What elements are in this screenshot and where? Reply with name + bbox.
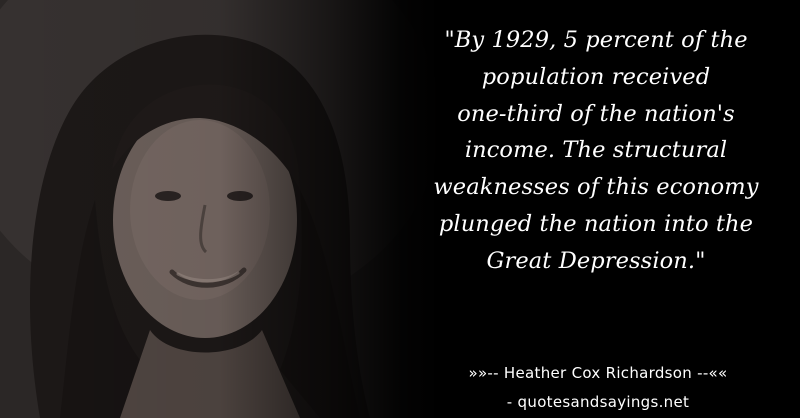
quote-card: "By 1929, 5 percent of the population re… bbox=[0, 0, 800, 418]
quote-block: "By 1929, 5 percent of the population re… bbox=[410, 22, 782, 280]
quote-text: "By 1929, 5 percent of the population re… bbox=[433, 27, 759, 274]
source-website: - quotesandsayings.net bbox=[506, 393, 690, 411]
quote-attribution: »»-- Heather Cox Richardson --«« bbox=[468, 364, 728, 382]
